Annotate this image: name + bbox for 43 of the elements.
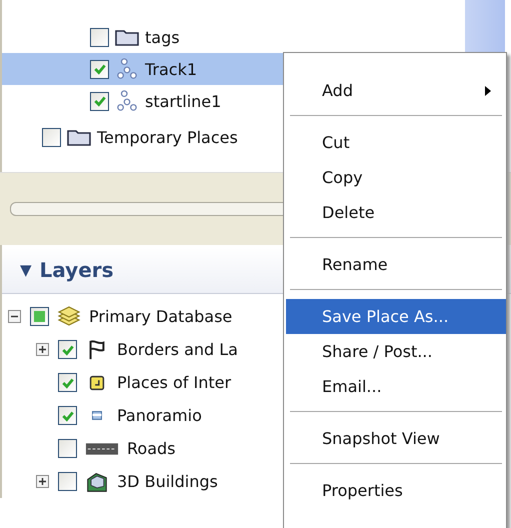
menu-item[interactable]: Rename xyxy=(286,247,506,282)
checkbox[interactable] xyxy=(90,28,109,46)
expander-icon[interactable] xyxy=(36,343,49,356)
tree-item-label[interactable]: Temporary Places xyxy=(97,128,238,146)
checkbox[interactable] xyxy=(42,128,61,146)
panel-title: Layers xyxy=(40,258,114,282)
checkmark-icon xyxy=(60,408,74,422)
path-nodes-icon xyxy=(115,90,139,112)
collapse-toggle[interactable]: ▼ xyxy=(20,261,32,279)
path-nodes-icon xyxy=(115,58,139,80)
layer-label[interactable]: Places of Inter xyxy=(117,373,232,392)
checkmark-icon xyxy=(92,94,106,108)
layer-label[interactable]: 3D Buildings xyxy=(117,472,218,491)
checkbox[interactable] xyxy=(58,472,77,491)
stacked-layers-icon xyxy=(57,306,81,328)
menu-item[interactable]: Cut xyxy=(286,125,506,160)
checkbox[interactable] xyxy=(58,340,77,359)
checkbox[interactable] xyxy=(90,60,109,78)
checkbox[interactable] xyxy=(58,439,77,458)
expander-icon[interactable] xyxy=(8,310,21,323)
expander-icon[interactable] xyxy=(36,475,49,488)
checkmark-icon xyxy=(92,62,106,76)
menu-item[interactable]: Share / Post... xyxy=(286,334,506,369)
menu-item[interactable]: Copy xyxy=(286,160,506,195)
checkbox[interactable] xyxy=(30,307,49,326)
layer-label[interactable]: Borders and La xyxy=(117,340,238,359)
layer-label[interactable]: Primary Database xyxy=(89,307,232,326)
menu-item[interactable]: Snapshot View xyxy=(286,421,506,456)
menu-item[interactable]: Properties xyxy=(286,473,506,508)
tree-item-label[interactable]: tags xyxy=(145,28,180,46)
menu-item[interactable]: Email... xyxy=(286,369,506,404)
checkbox[interactable] xyxy=(58,373,77,392)
tree-item-label[interactable]: Track1 xyxy=(145,60,198,78)
building-icon xyxy=(85,470,109,492)
layer-label[interactable]: Roads xyxy=(127,439,176,458)
tree-item-label[interactable]: startline1 xyxy=(145,92,222,110)
small-picture-icon xyxy=(92,411,102,420)
checkbox[interactable] xyxy=(90,92,109,110)
menu-item[interactable]: Save Place As... xyxy=(286,299,506,334)
layer-label[interactable]: Panoramio xyxy=(117,406,202,425)
checkmark-icon xyxy=(60,342,74,356)
checkmark-icon xyxy=(60,376,74,390)
checkbox[interactable] xyxy=(58,406,77,425)
